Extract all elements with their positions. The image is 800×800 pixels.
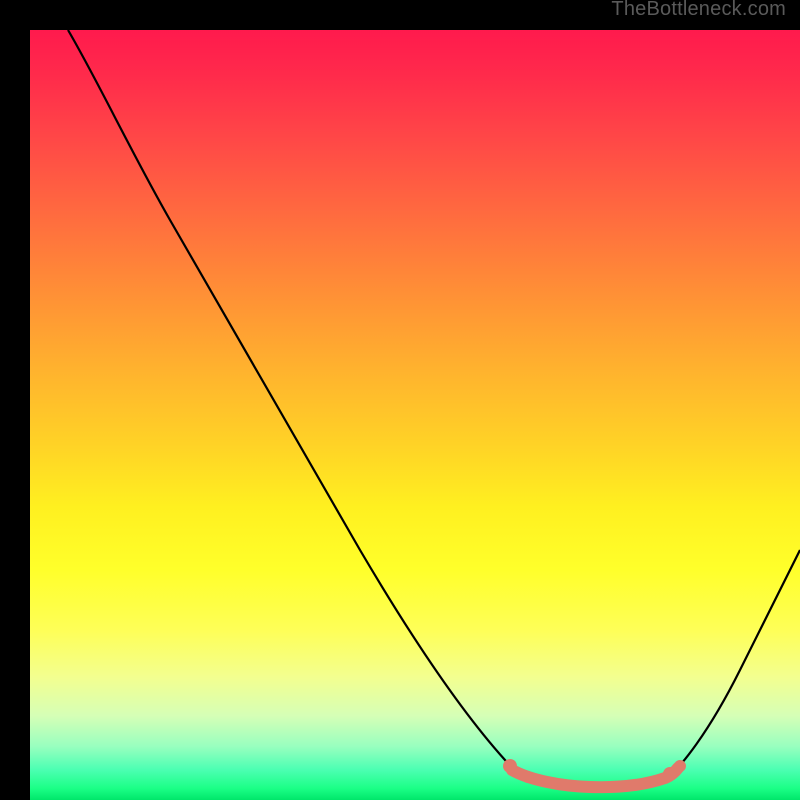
curve-left-branch — [68, 30, 540, 782]
plot-area — [30, 30, 800, 800]
chart-frame — [15, 15, 785, 785]
optimal-range-marker — [503, 759, 517, 773]
bottleneck-curve — [30, 30, 800, 800]
optimal-range-marker — [674, 760, 686, 772]
optimal-range-band — [512, 768, 678, 787]
optimal-range-marker — [522, 771, 534, 783]
curve-right-branch — [662, 550, 800, 782]
